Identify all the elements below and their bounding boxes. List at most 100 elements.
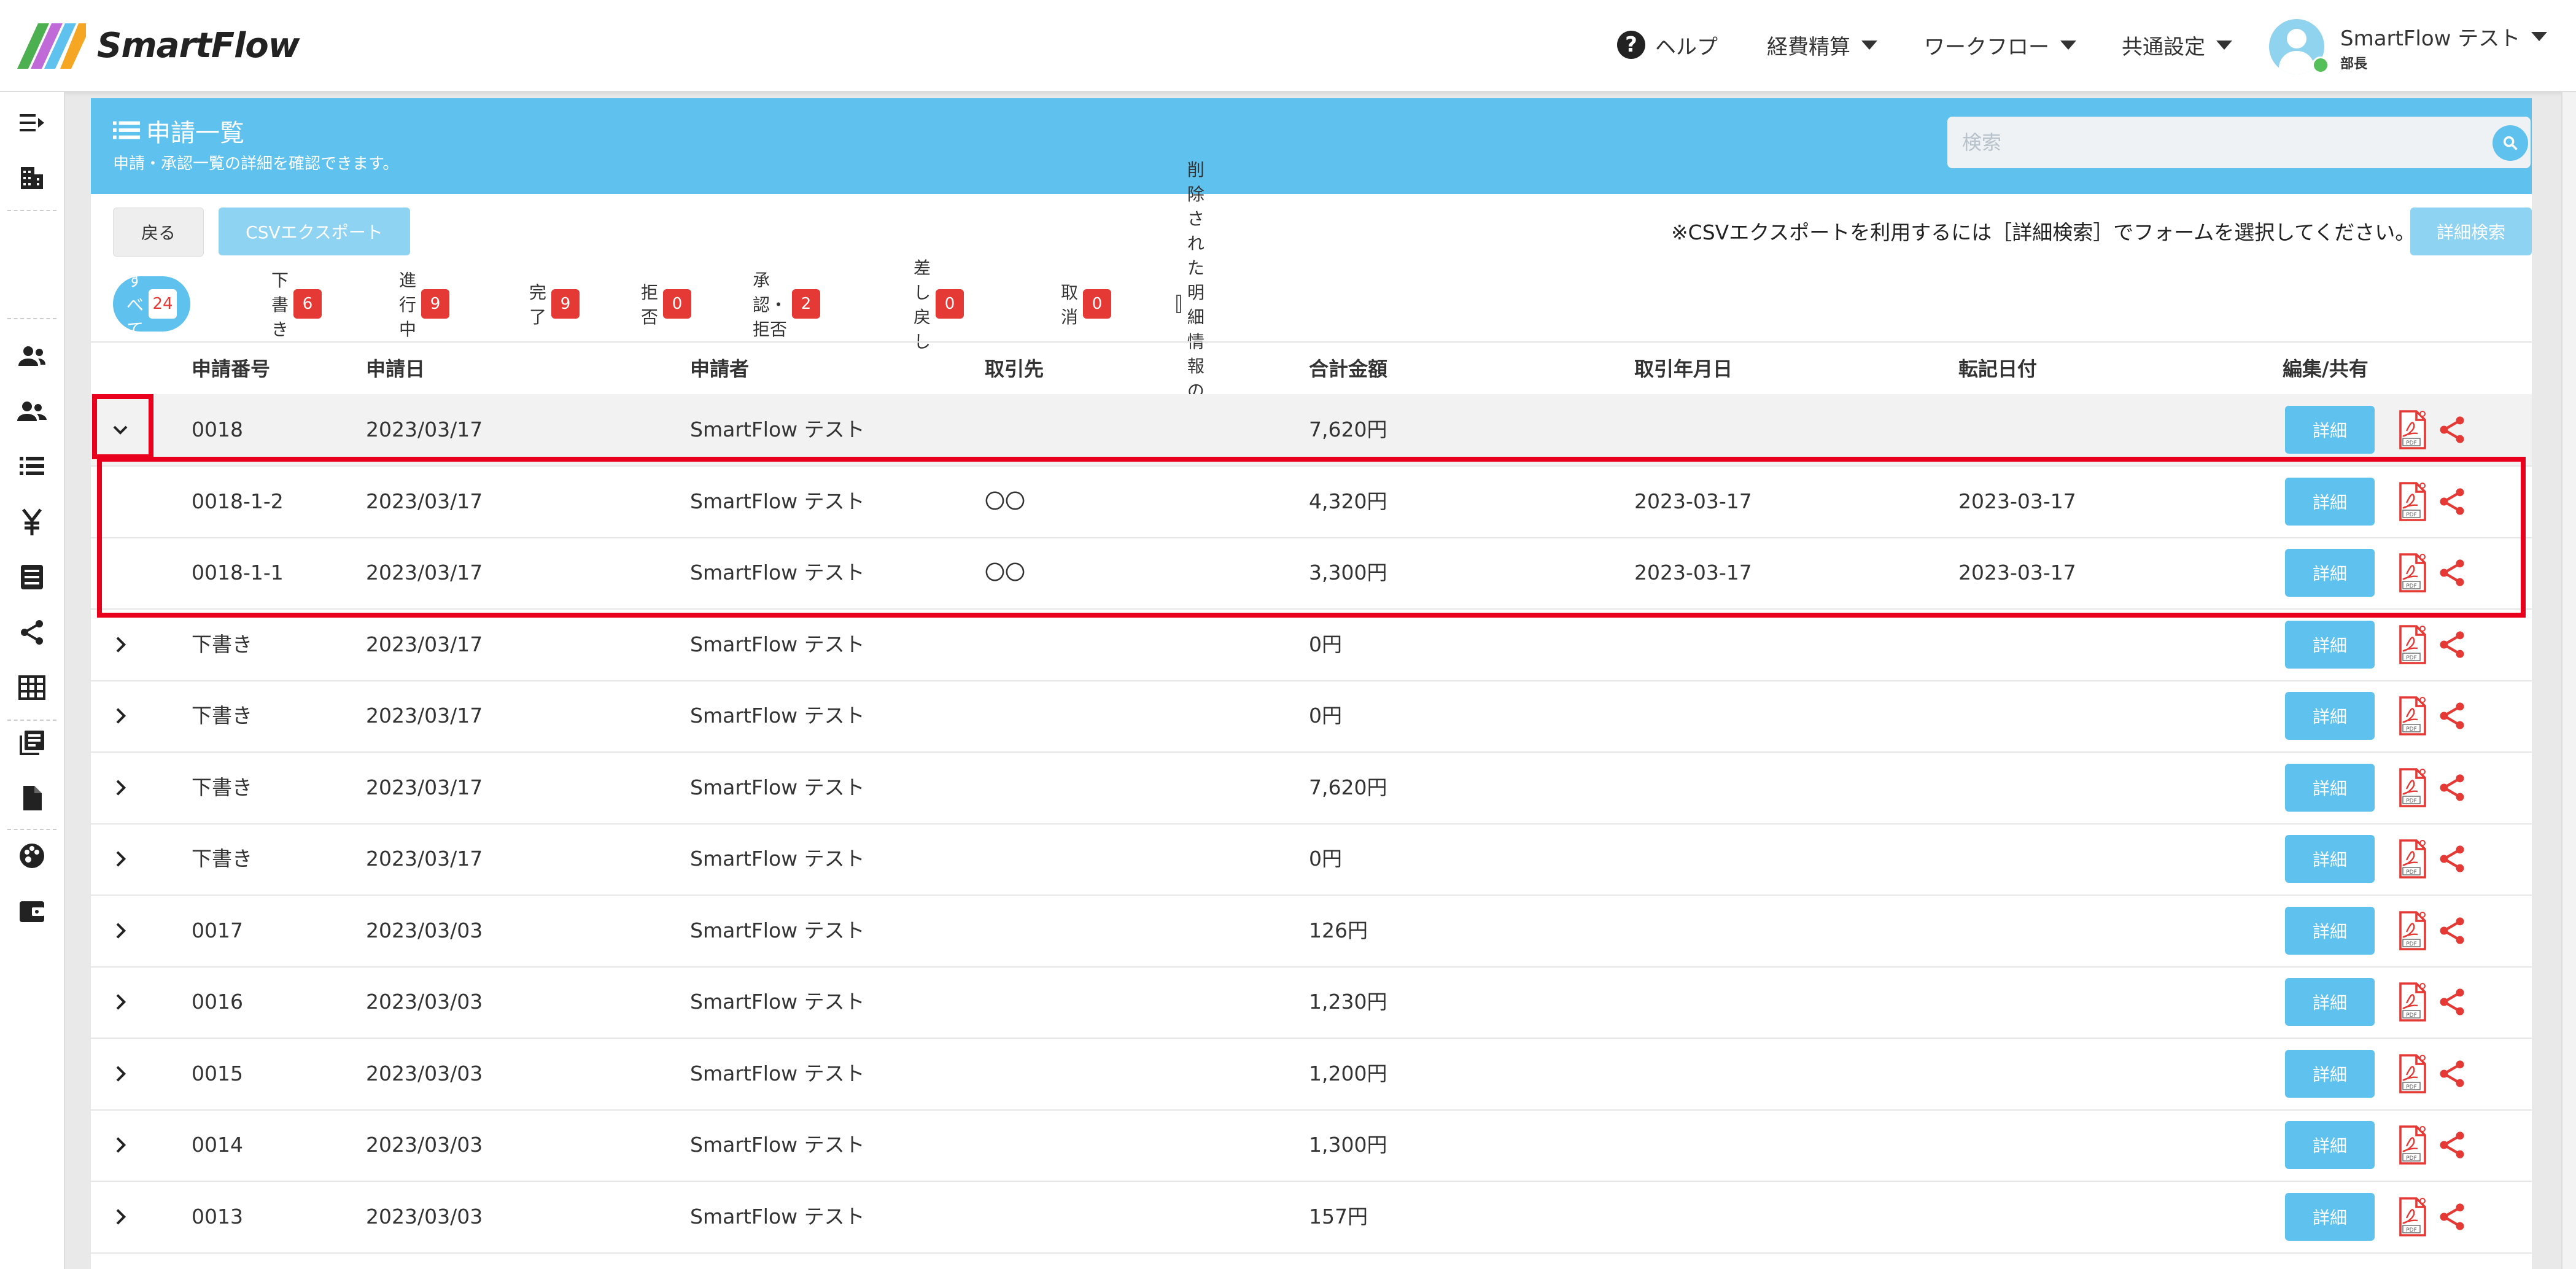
detail-button[interactable]: 詳細 bbox=[2285, 1121, 2375, 1169]
share-icon[interactable] bbox=[2436, 700, 2468, 732]
collapse-menu-icon[interactable] bbox=[15, 106, 49, 140]
chevron-down-icon[interactable] bbox=[108, 417, 133, 442]
search-button[interactable] bbox=[2493, 125, 2528, 161]
pdf-icon[interactable]: PDF bbox=[2398, 481, 2427, 521]
pdf-icon[interactable]: PDF bbox=[2398, 1197, 2427, 1236]
pdf-icon[interactable]: PDF bbox=[2398, 839, 2427, 879]
share-icon[interactable] bbox=[2436, 915, 2468, 947]
detail-button[interactable]: 詳細 bbox=[2285, 477, 2375, 526]
share-icon[interactable] bbox=[15, 615, 49, 650]
table-row[interactable]: 0018-1-2 2023/03/17 SmartFlow テスト 〇〇 4,320円 2… bbox=[91, 466, 2532, 538]
search-input[interactable] bbox=[1947, 117, 2488, 168]
ledger-icon[interactable] bbox=[15, 560, 49, 594]
smartflow-logo[interactable]: SmartFlow bbox=[17, 18, 300, 72]
table-row[interactable]: 0013 2023/03/03 SmartFlow テスト 157円 詳細 PDF bbox=[91, 1181, 2532, 1254]
pdf-icon[interactable]: PDF bbox=[2398, 553, 2427, 592]
user-menu[interactable]: SmartFlow テスト 部長 bbox=[2269, 17, 2548, 76]
detail-button[interactable]: 詳細 bbox=[2285, 763, 2375, 812]
nav-help[interactable]: ? ヘルプ bbox=[1617, 25, 1718, 65]
tab-rejected[interactable]: 拒否 0 bbox=[641, 276, 692, 332]
share-icon[interactable] bbox=[2436, 414, 2468, 446]
show-deleted-checkbox[interactable] bbox=[1176, 295, 1181, 313]
detail-button[interactable]: 詳細 bbox=[2285, 906, 2375, 955]
pdf-icon[interactable]: PDF bbox=[2398, 1054, 2427, 1093]
table-row[interactable]: 下書き 2023/03/17 SmartFlow テスト 0円 詳細 PDF bbox=[91, 823, 2532, 896]
chevron-right-icon[interactable] bbox=[108, 918, 133, 943]
chevron-right-icon[interactable] bbox=[108, 632, 133, 657]
wallet-icon[interactable] bbox=[15, 894, 49, 928]
chevron-right-icon[interactable] bbox=[108, 1205, 133, 1229]
detail-button[interactable]: 詳細 bbox=[2285, 835, 2375, 883]
detail-button[interactable]: 詳細 bbox=[2285, 692, 2375, 740]
share-icon[interactable] bbox=[2436, 1129, 2468, 1161]
table-row[interactable]: 下書き 2023/03/17 SmartFlow テスト 7,620円 詳細 PDF bbox=[91, 752, 2532, 825]
users-icon[interactable] bbox=[15, 339, 49, 373]
nav-expense[interactable]: 経費精算 bbox=[1767, 25, 1877, 65]
share-icon[interactable] bbox=[2436, 557, 2468, 589]
palette-icon[interactable] bbox=[15, 839, 49, 873]
share-icon[interactable] bbox=[2436, 486, 2468, 518]
detail-button[interactable]: 詳細 bbox=[2285, 978, 2375, 1026]
nav-common-settings[interactable]: 共通設定 bbox=[2122, 25, 2232, 65]
building-icon[interactable] bbox=[15, 161, 49, 195]
table-row[interactable]: 下書き 2023/03/17 SmartFlow テスト 0円 詳細 PDF bbox=[91, 609, 2532, 681]
table-row[interactable]: 0018-1-1 2023/03/17 SmartFlow テスト 〇〇 3,300円 2… bbox=[91, 537, 2532, 610]
table-icon[interactable] bbox=[15, 670, 49, 705]
table-row[interactable]: 0015 2023/03/03 SmartFlow テスト 1,200円 詳細 PDF bbox=[91, 1038, 2532, 1111]
tab-all[interactable]: すべて 24 bbox=[113, 270, 190, 340]
pdf-icon[interactable]: PDF bbox=[2398, 1125, 2427, 1165]
panel-header: 申請一覧 申請・承認一覧の詳細を確認できます。 bbox=[91, 98, 2532, 194]
share-icon[interactable] bbox=[2436, 629, 2468, 661]
pdf-icon[interactable]: PDF bbox=[2398, 910, 2427, 950]
chevron-right-icon[interactable] bbox=[108, 704, 133, 728]
csv-export-button[interactable]: CSVエクスポート bbox=[219, 208, 410, 255]
table-row[interactable]: 0016 2023/03/03 SmartFlow テスト 1,230円 詳細 PDF bbox=[91, 966, 2532, 1039]
pdf-icon[interactable]: PDF bbox=[2398, 696, 2427, 735]
chevron-right-icon[interactable] bbox=[108, 1061, 133, 1086]
detail-button[interactable]: 詳細 bbox=[2285, 1049, 2375, 1098]
chevron-right-icon[interactable] bbox=[108, 847, 133, 871]
share-icon[interactable] bbox=[2436, 1201, 2468, 1233]
tab-approved-rejected[interactable]: 承認・拒否 2 bbox=[753, 270, 820, 340]
list-icon[interactable] bbox=[15, 449, 49, 484]
chevron-right-icon[interactable] bbox=[108, 775, 133, 800]
library-icon[interactable] bbox=[15, 726, 49, 760]
table-row[interactable]: 0014 2023/03/03 SmartFlow テスト 1,300円 詳細 PDF bbox=[91, 1109, 2532, 1182]
page-scrollbar[interactable] bbox=[2561, 92, 2576, 1269]
show-deleted-toggle[interactable]: 削除された明細情報の表示 bbox=[1176, 160, 1218, 450]
cell-total-amount: 0円 bbox=[1309, 847, 1342, 871]
nav-workflow[interactable]: ワークフロー bbox=[1924, 25, 2076, 65]
table-row[interactable]: 0018 2023/03/17 SmartFlow テスト 7,620円 詳細 PDF bbox=[91, 394, 2532, 467]
cell-application-no: 0018-1-2 bbox=[192, 489, 284, 513]
detail-button[interactable]: 詳細 bbox=[2285, 549, 2375, 597]
tab-draft[interactable]: 下書き 6 bbox=[271, 270, 322, 340]
table-row[interactable]: 0017 2023/03/03 SmartFlow テスト 126円 詳細 PDF bbox=[91, 895, 2532, 968]
document-icon[interactable] bbox=[15, 781, 49, 815]
tab-returned[interactable]: 差し戻し 0 bbox=[914, 258, 964, 352]
detail-button[interactable]: 詳細 bbox=[2285, 406, 2375, 454]
share-icon[interactable] bbox=[2436, 772, 2468, 804]
share-icon[interactable] bbox=[2436, 1058, 2468, 1090]
tab-in-progress[interactable]: 進行中 9 bbox=[399, 270, 450, 340]
cell-applicant: SmartFlow テスト bbox=[690, 1133, 865, 1157]
pdf-icon[interactable]: PDF bbox=[2398, 410, 2427, 449]
tab-completed[interactable]: 完了 9 bbox=[529, 276, 580, 332]
advanced-search-button[interactable]: 詳細検索 bbox=[2410, 208, 2532, 255]
tab-label: 承認・拒否 bbox=[753, 270, 788, 340]
detail-button[interactable]: 詳細 bbox=[2285, 620, 2375, 669]
share-icon[interactable] bbox=[2436, 843, 2468, 875]
list-icon bbox=[113, 121, 141, 139]
count-badge: 9 bbox=[551, 289, 580, 319]
table-row[interactable]: 下書き 2023/03/17 SmartFlow テスト 0円 詳細 PDF bbox=[91, 680, 2532, 753]
tab-cancelled[interactable]: 取消 0 bbox=[1061, 276, 1112, 332]
pdf-icon[interactable]: PDF bbox=[2398, 624, 2427, 664]
share-icon[interactable] bbox=[2436, 986, 2468, 1018]
detail-button[interactable]: 詳細 bbox=[2285, 1192, 2375, 1241]
chevron-right-icon[interactable] bbox=[108, 1133, 133, 1157]
chevron-right-icon[interactable] bbox=[108, 990, 133, 1014]
pdf-icon[interactable]: PDF bbox=[2398, 767, 2427, 807]
yen-icon[interactable] bbox=[15, 505, 49, 539]
pdf-icon[interactable]: PDF bbox=[2398, 982, 2427, 1022]
back-button[interactable]: 戻る bbox=[113, 208, 204, 257]
users-group-icon[interactable] bbox=[15, 394, 49, 429]
